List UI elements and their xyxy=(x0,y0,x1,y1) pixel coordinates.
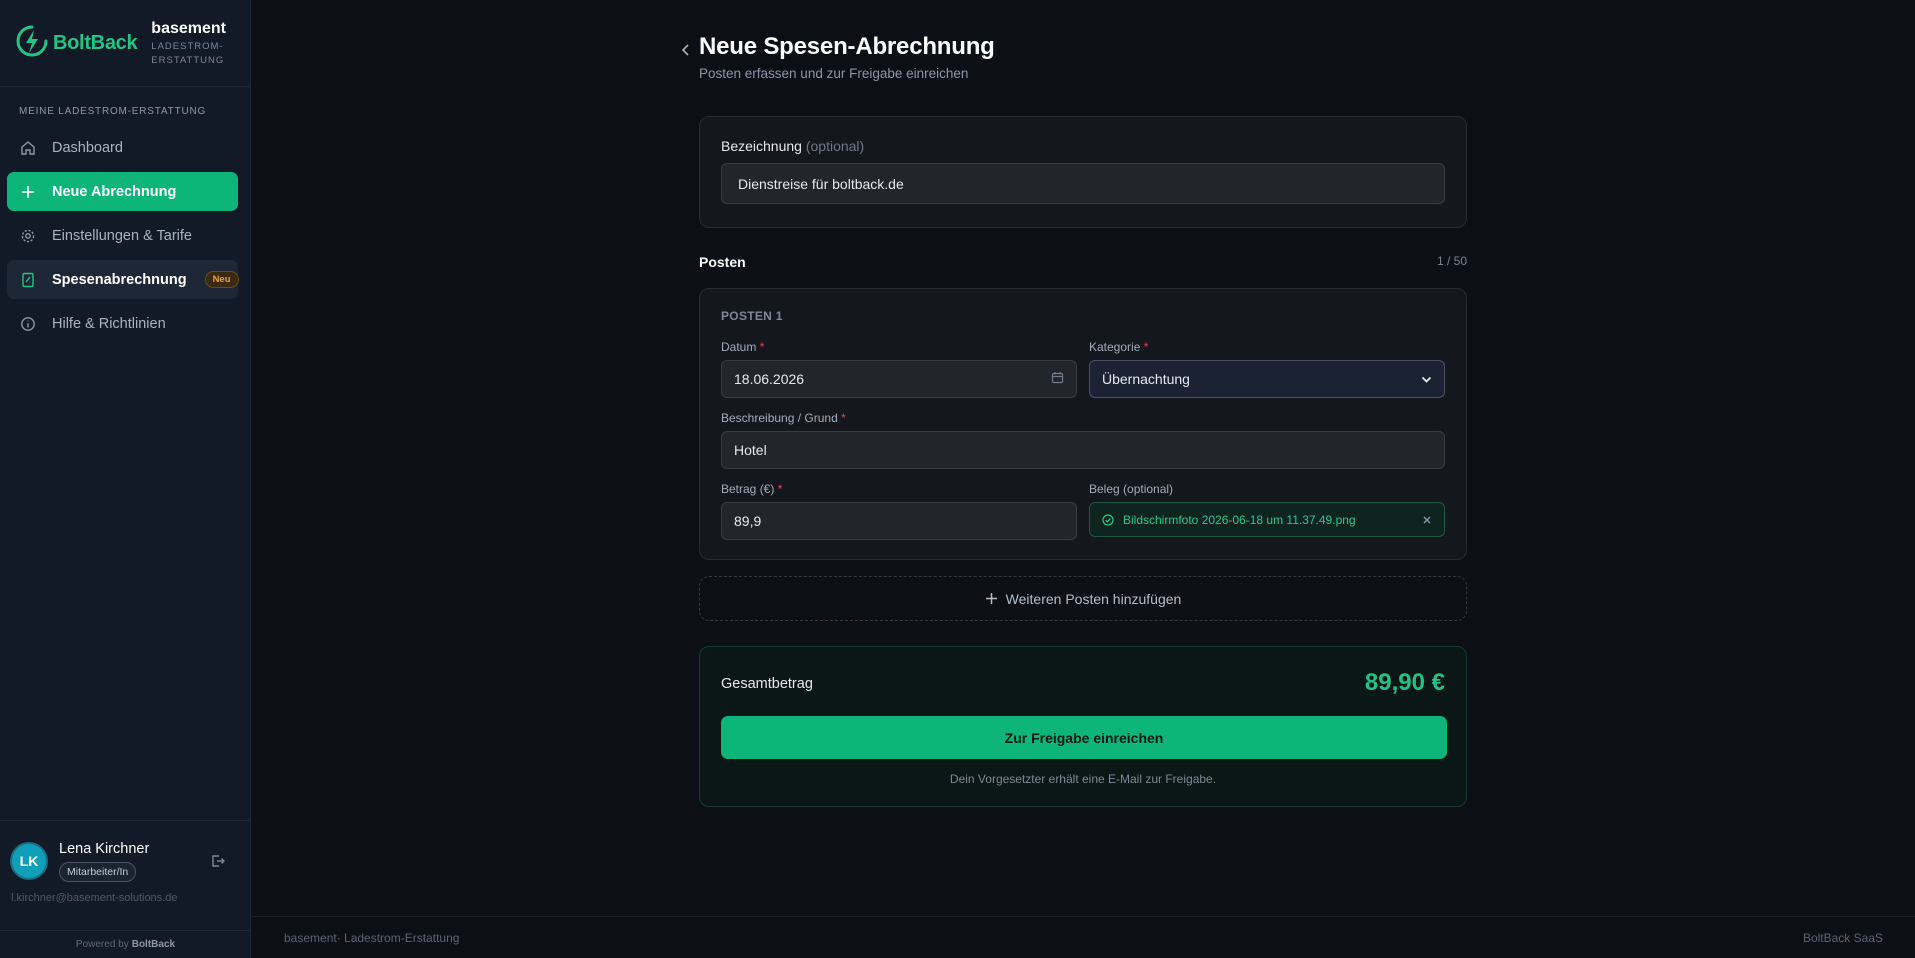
date-value: 18.06.2026 xyxy=(734,371,805,387)
back-button[interactable] xyxy=(680,43,692,62)
total-value: 89,90 € xyxy=(1364,669,1445,696)
sidebar-item-neue-abrechnung[interactable]: Neue Abrechnung xyxy=(7,172,238,211)
sidebar-item-dashboard[interactable]: Dashboard xyxy=(7,128,238,167)
home-icon xyxy=(20,140,36,156)
amount-label-text: Betrag (€) xyxy=(721,482,775,496)
category-select[interactable]: Übernachtung xyxy=(1089,360,1445,398)
amount-label: Betrag (€) * xyxy=(721,482,1077,496)
total-label: Gesamtbetrag xyxy=(721,676,813,692)
powered-prefix: Powered by xyxy=(75,939,129,950)
submit-button[interactable]: Zur Freigabe einreichen xyxy=(721,716,1447,759)
post-row-1: Datum * 18.06.2026 Kategorie * Übernacht… xyxy=(721,340,1445,398)
desc-label-text: Beschreibung / Grund xyxy=(721,411,838,425)
desc-label: Beschreibung / Grund * xyxy=(721,411,1445,425)
date-label: Datum * xyxy=(721,340,1077,354)
user-role-badge: Mitarbeiter/In xyxy=(59,862,137,882)
close-icon[interactable] xyxy=(1422,515,1432,525)
receipt-field-group: Beleg (optional) Bildschirmfoto 2026-06-… xyxy=(1089,482,1445,540)
post-heading: POSTEN 1 xyxy=(721,309,783,323)
required-marker: * xyxy=(759,340,765,354)
brand-logo[interactable]: BoltBack xyxy=(15,24,138,63)
bezeichnung-label: Bezeichnung (optional) xyxy=(721,138,1445,154)
user-email: l.kirchner@basement-solutions.de xyxy=(11,892,178,904)
post-row-3: Betrag (€) * 89,9 Beleg (optional) Bilds… xyxy=(721,482,1445,540)
required-marker: * xyxy=(841,411,846,425)
optional-hint: (optional) xyxy=(805,138,865,154)
receipt-file-chip: Bildschirmfoto 2026-06-18 um 11.37.49.pn… xyxy=(1089,502,1445,537)
chevron-left-icon xyxy=(680,44,692,61)
category-label-text: Kategorie xyxy=(1089,340,1141,354)
date-field-group: Datum * 18.06.2026 xyxy=(721,340,1077,398)
desc-input[interactable]: Hotel xyxy=(721,431,1445,469)
logout-icon[interactable] xyxy=(210,853,226,874)
receipt-file-name: Bildschirmfoto 2026-06-18 um 11.37.49.pn… xyxy=(1123,512,1356,527)
page-footer: basement· Ladestrom-Erstattung BoltBack … xyxy=(252,916,1915,958)
sidebar-item-label: Hilfe & Richtlinien xyxy=(52,315,166,332)
sidebar-item-spesenabrechnung[interactable]: Spesenabrechnung Neu xyxy=(7,260,239,299)
date-input[interactable]: 18.06.2026 xyxy=(721,360,1077,398)
summary-card: Gesamtbetrag 89,90 € Zur Freigabe einrei… xyxy=(699,646,1467,807)
sidebar-item-hilfe[interactable]: Hilfe & Richtlinien xyxy=(7,304,238,343)
desc-value: Hotel xyxy=(734,442,767,458)
posts-header: Posten 1 / 50 xyxy=(699,254,1467,270)
chevron-down-icon xyxy=(1421,371,1432,387)
receipt-icon xyxy=(20,272,36,288)
date-label-text: Datum xyxy=(721,340,757,354)
org-subtitle: LADESTROM-ERSTATTUNG xyxy=(151,41,225,66)
category-value: Übernachtung xyxy=(1102,371,1190,387)
posts-count: 1 / 50 xyxy=(1436,254,1467,268)
category-field-group: Kategorie * Übernachtung xyxy=(1089,340,1445,398)
sidebar: BoltBack basement LADESTROM-ERSTATTUNG M… xyxy=(0,0,251,958)
required-marker: * xyxy=(1143,340,1149,354)
sidebar-nav: Dashboard Neue Abrechnung Einstellungen … xyxy=(7,128,239,348)
add-post-label: Weiteren Posten hinzufügen xyxy=(1005,590,1182,607)
bolt-logo-icon xyxy=(15,24,49,63)
new-badge: Neu xyxy=(204,271,239,288)
user-panel: LK Lena Kirchner Mitarbeiter/In l.kirchn… xyxy=(0,820,251,930)
sidebar-item-label: Neue Abrechnung xyxy=(52,183,177,200)
brand-logo-text: BoltBack xyxy=(53,31,138,54)
plus-icon xyxy=(20,184,36,200)
check-circle-icon xyxy=(1102,513,1114,526)
posts-title: Posten xyxy=(699,254,746,270)
desc-field-group: Beschreibung / Grund * Hotel xyxy=(721,411,1445,469)
submit-note: Dein Vorgesetzter erhält eine E-Mail zur… xyxy=(949,772,1217,786)
sidebar-item-einstellungen[interactable]: Einstellungen & Tarife xyxy=(7,216,238,255)
org-name: basement xyxy=(151,20,226,37)
bezeichnung-label-text: Bezeichnung xyxy=(721,138,802,154)
sidebar-item-label: Spesenabrechnung xyxy=(52,271,187,288)
avatar[interactable]: LK xyxy=(10,842,48,880)
org-info: basement LADESTROM-ERSTATTUNG xyxy=(151,20,231,68)
add-post-button[interactable]: Weiteren Posten hinzufügen xyxy=(699,576,1467,621)
plus-icon xyxy=(985,592,998,605)
footer-right: BoltBack SaaS xyxy=(1802,930,1883,945)
bezeichnung-card: Bezeichnung (optional) xyxy=(699,116,1467,228)
footer-left: basement· Ladestrom-Erstattung xyxy=(284,930,460,945)
page-subtitle: Posten erfassen und zur Freigabe einreic… xyxy=(699,66,969,81)
main-content: Neue Spesen-Abrechnung Posten erfassen u… xyxy=(252,0,1915,958)
post-card: POSTEN 1 Datum * 18.06.2026 Kategorie * xyxy=(699,288,1467,560)
page-header: Neue Spesen-Abrechnung Posten erfassen u… xyxy=(681,33,995,81)
sidebar-item-label: Dashboard xyxy=(52,139,123,156)
amount-value: 89,9 xyxy=(734,513,762,529)
calendar-icon[interactable] xyxy=(1051,371,1064,387)
required-marker: * xyxy=(777,482,783,496)
bezeichnung-input[interactable] xyxy=(721,163,1445,204)
nav-section-label: MEINE LADESTROM-ERSTATTUNG xyxy=(19,106,207,117)
amount-input[interactable]: 89,9 xyxy=(721,502,1077,540)
category-label: Kategorie * xyxy=(1089,340,1445,354)
powered-by: Powered by BoltBack xyxy=(0,930,251,958)
page-title: Neue Spesen-Abrechnung xyxy=(699,33,995,60)
powered-brand: BoltBack xyxy=(131,939,176,950)
receipt-label: Beleg (optional) xyxy=(1089,482,1174,496)
brand-header: BoltBack basement LADESTROM-ERSTATTUNG xyxy=(0,0,250,87)
info-icon xyxy=(20,316,36,332)
gear-icon xyxy=(20,228,36,244)
amount-field-group: Betrag (€) * 89,9 xyxy=(721,482,1077,540)
user-name: Lena Kirchner xyxy=(59,841,150,857)
sidebar-item-label: Einstellungen & Tarife xyxy=(52,227,192,244)
